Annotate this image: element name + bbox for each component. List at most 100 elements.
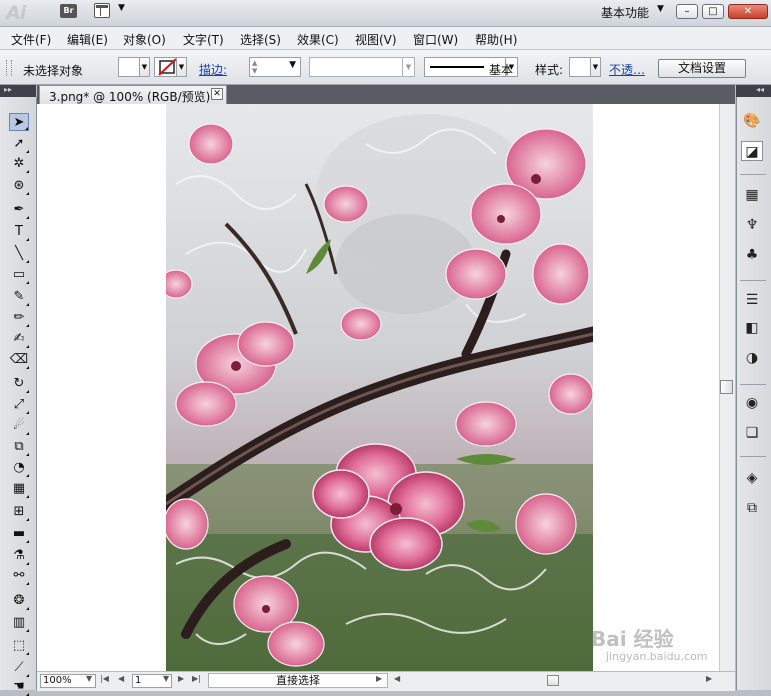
chevron-down-icon[interactable]: ▼ [118, 3, 125, 13]
menu-view[interactable]: 视图(V) [355, 31, 397, 48]
document-tab-title[interactable]: 3.png* @ 100% (RGB/预览) [49, 88, 210, 105]
stroke-weight-field[interactable]: ▲ ▼ ▼ [249, 57, 301, 77]
flyout-indicator-icon [26, 303, 29, 306]
blob-brush-tool[interactable]: ✍ [9, 330, 29, 348]
collapse-icon[interactable]: ▸▸ [4, 85, 12, 94]
close-icon[interactable]: ✕ [211, 88, 223, 100]
flyout-indicator-icon [26, 674, 29, 677]
panel-grip[interactable] [6, 60, 12, 76]
rectangle-tool[interactable]: ▭ [9, 266, 29, 284]
last-artboard-icon[interactable]: ▶| [192, 674, 201, 683]
symbol-sprayer-tool[interactable]: ❂ [9, 592, 29, 610]
perspective-grid-tool[interactable]: ▦ [9, 480, 29, 498]
menu-effect[interactable]: 效果(C) [297, 31, 339, 48]
stroke-panel-icon[interactable]: ☰ [741, 290, 763, 310]
panel-separator [740, 280, 766, 281]
magic-wand-tool[interactable]: ✲ [9, 155, 29, 173]
eyedropper-tool[interactable]: ⚗ [9, 547, 29, 565]
panel-separator [740, 456, 766, 457]
transparency-panel-icon[interactable]: ◑ [741, 348, 763, 368]
artboards-panel-icon[interactable]: ⧉ [741, 498, 763, 518]
menu-help[interactable]: 帮助(H) [475, 31, 517, 48]
horizontal-scroll-thumb[interactable] [547, 675, 559, 686]
first-artboard-icon[interactable]: |◀ [100, 674, 109, 683]
graphic-styles-panel-icon[interactable]: ❏ [741, 423, 763, 443]
gradient-panel-icon[interactable]: ◧ [741, 318, 763, 338]
next-artboard-icon[interactable]: ▶ [178, 674, 184, 683]
direct-selection-tool[interactable]: ➚ [9, 135, 29, 153]
eraser-tool[interactable]: ⌫ [9, 351, 29, 369]
workspace-switcher[interactable]: 基本功能 [601, 4, 649, 21]
color-guide-panel-icon[interactable]: ◪ [741, 141, 763, 161]
free-transform-tool[interactable]: ⧉ [9, 438, 29, 456]
chevron-down-icon[interactable]: ▼ [163, 674, 169, 683]
rotate-tool[interactable]: ↻ [9, 375, 29, 393]
variable-width-profile[interactable]: ▼ [309, 57, 415, 77]
menu-edit[interactable]: 编辑(E) [67, 31, 108, 48]
flyout-indicator-icon [26, 582, 29, 585]
artwork-image[interactable] [166, 104, 593, 671]
chevron-down-icon[interactable]: ▼ [590, 57, 601, 77]
brush-label: 基本 [489, 63, 514, 77]
scroll-right-icon[interactable]: ▶ [706, 674, 712, 683]
title-bar [0, 0, 771, 27]
chevron-down-icon[interactable]: ▼ [86, 674, 92, 683]
color-panel-icon[interactable]: 🎨 [741, 111, 763, 131]
chevron-down-icon[interactable]: ▼ [139, 57, 150, 77]
chevron-down-icon[interactable]: ▼ [657, 4, 664, 14]
current-tool-status[interactable]: 直接选择 [208, 673, 388, 688]
expand-icon[interactable]: ◂◂ [756, 85, 764, 94]
flyout-indicator-icon [26, 474, 29, 477]
menu-object[interactable]: 对象(O) [123, 31, 166, 48]
panel-dock-header[interactable]: ◂◂ [736, 85, 771, 97]
status-menu-arrow-icon[interactable]: ▶ [376, 674, 382, 683]
scroll-left-icon[interactable]: ◀ [394, 674, 400, 683]
arrange-documents-icon[interactable] [94, 3, 110, 18]
close-button[interactable]: ✕ [728, 4, 768, 19]
chevron-down-icon[interactable]: ▼ [176, 57, 187, 77]
paintbrush-tool[interactable]: ✎ [9, 288, 29, 306]
stepper-icon[interactable]: ▲ ▼ [252, 59, 257, 75]
flyout-indicator-icon [26, 432, 29, 435]
document-setup-button[interactable]: 文档设置 [658, 59, 746, 78]
swatches-panel-icon[interactable]: ▦ [741, 185, 763, 205]
blend-tool[interactable]: ⚯ [9, 567, 29, 585]
menu-type[interactable]: 文字(T) [183, 31, 224, 48]
artboard-tool[interactable]: ⬚ [9, 637, 29, 655]
opacity-link[interactable]: 不透… [609, 61, 645, 78]
pencil-tool[interactable]: ✏ [9, 309, 29, 327]
maximize-button[interactable]: □ [702, 4, 724, 19]
warp-tool[interactable]: ☄ [9, 417, 29, 435]
previous-artboard-icon[interactable]: ◀ [118, 674, 124, 683]
pen-tool[interactable]: ✒ [9, 201, 29, 219]
selection-tool[interactable]: ➤ [9, 113, 29, 131]
gradient-tool[interactable]: ▬ [9, 525, 29, 543]
graphic-style-swatch[interactable] [569, 57, 591, 77]
brushes-panel-icon[interactable]: ♆ [741, 215, 763, 235]
scale-tool[interactable]: ⤢ [9, 396, 29, 414]
flyout-indicator-icon [26, 453, 29, 456]
layers-panel-icon[interactable]: ◈ [741, 468, 763, 488]
minimize-button[interactable]: – [676, 4, 698, 19]
hand-tool[interactable]: ☚ [9, 678, 29, 696]
vertical-scroll-thumb[interactable] [720, 380, 733, 394]
tools-panel-header[interactable]: ▸▸ [0, 85, 36, 97]
slice-tool[interactable]: ⟋ [9, 659, 29, 677]
symbols-panel-icon[interactable]: ♣ [741, 245, 763, 265]
menu-window[interactable]: 窗口(W) [413, 31, 458, 48]
shape-builder-tool[interactable]: ◔ [9, 459, 29, 477]
column-graph-tool[interactable]: ▥ [9, 614, 29, 632]
mesh-tool[interactable]: ⊞ [9, 503, 29, 521]
type-tool[interactable]: T [9, 223, 29, 241]
line-segment-tool[interactable]: ╲ [9, 245, 29, 263]
stroke-link[interactable]: 描边: [199, 61, 227, 78]
flyout-indicator-icon [26, 216, 29, 219]
lasso-tool[interactable]: ⊛ [9, 177, 29, 195]
menu-select[interactable]: 选择(S) [240, 31, 281, 48]
bridge-button[interactable]: Br [60, 4, 77, 18]
appearance-panel-icon[interactable]: ◉ [741, 393, 763, 413]
chevron-down-icon[interactable]: ▼ [289, 60, 296, 70]
menu-file[interactable]: 文件(F) [11, 31, 51, 48]
chevron-down-icon[interactable]: ▼ [402, 58, 414, 76]
selection-status: 未选择对象 [23, 64, 84, 78]
